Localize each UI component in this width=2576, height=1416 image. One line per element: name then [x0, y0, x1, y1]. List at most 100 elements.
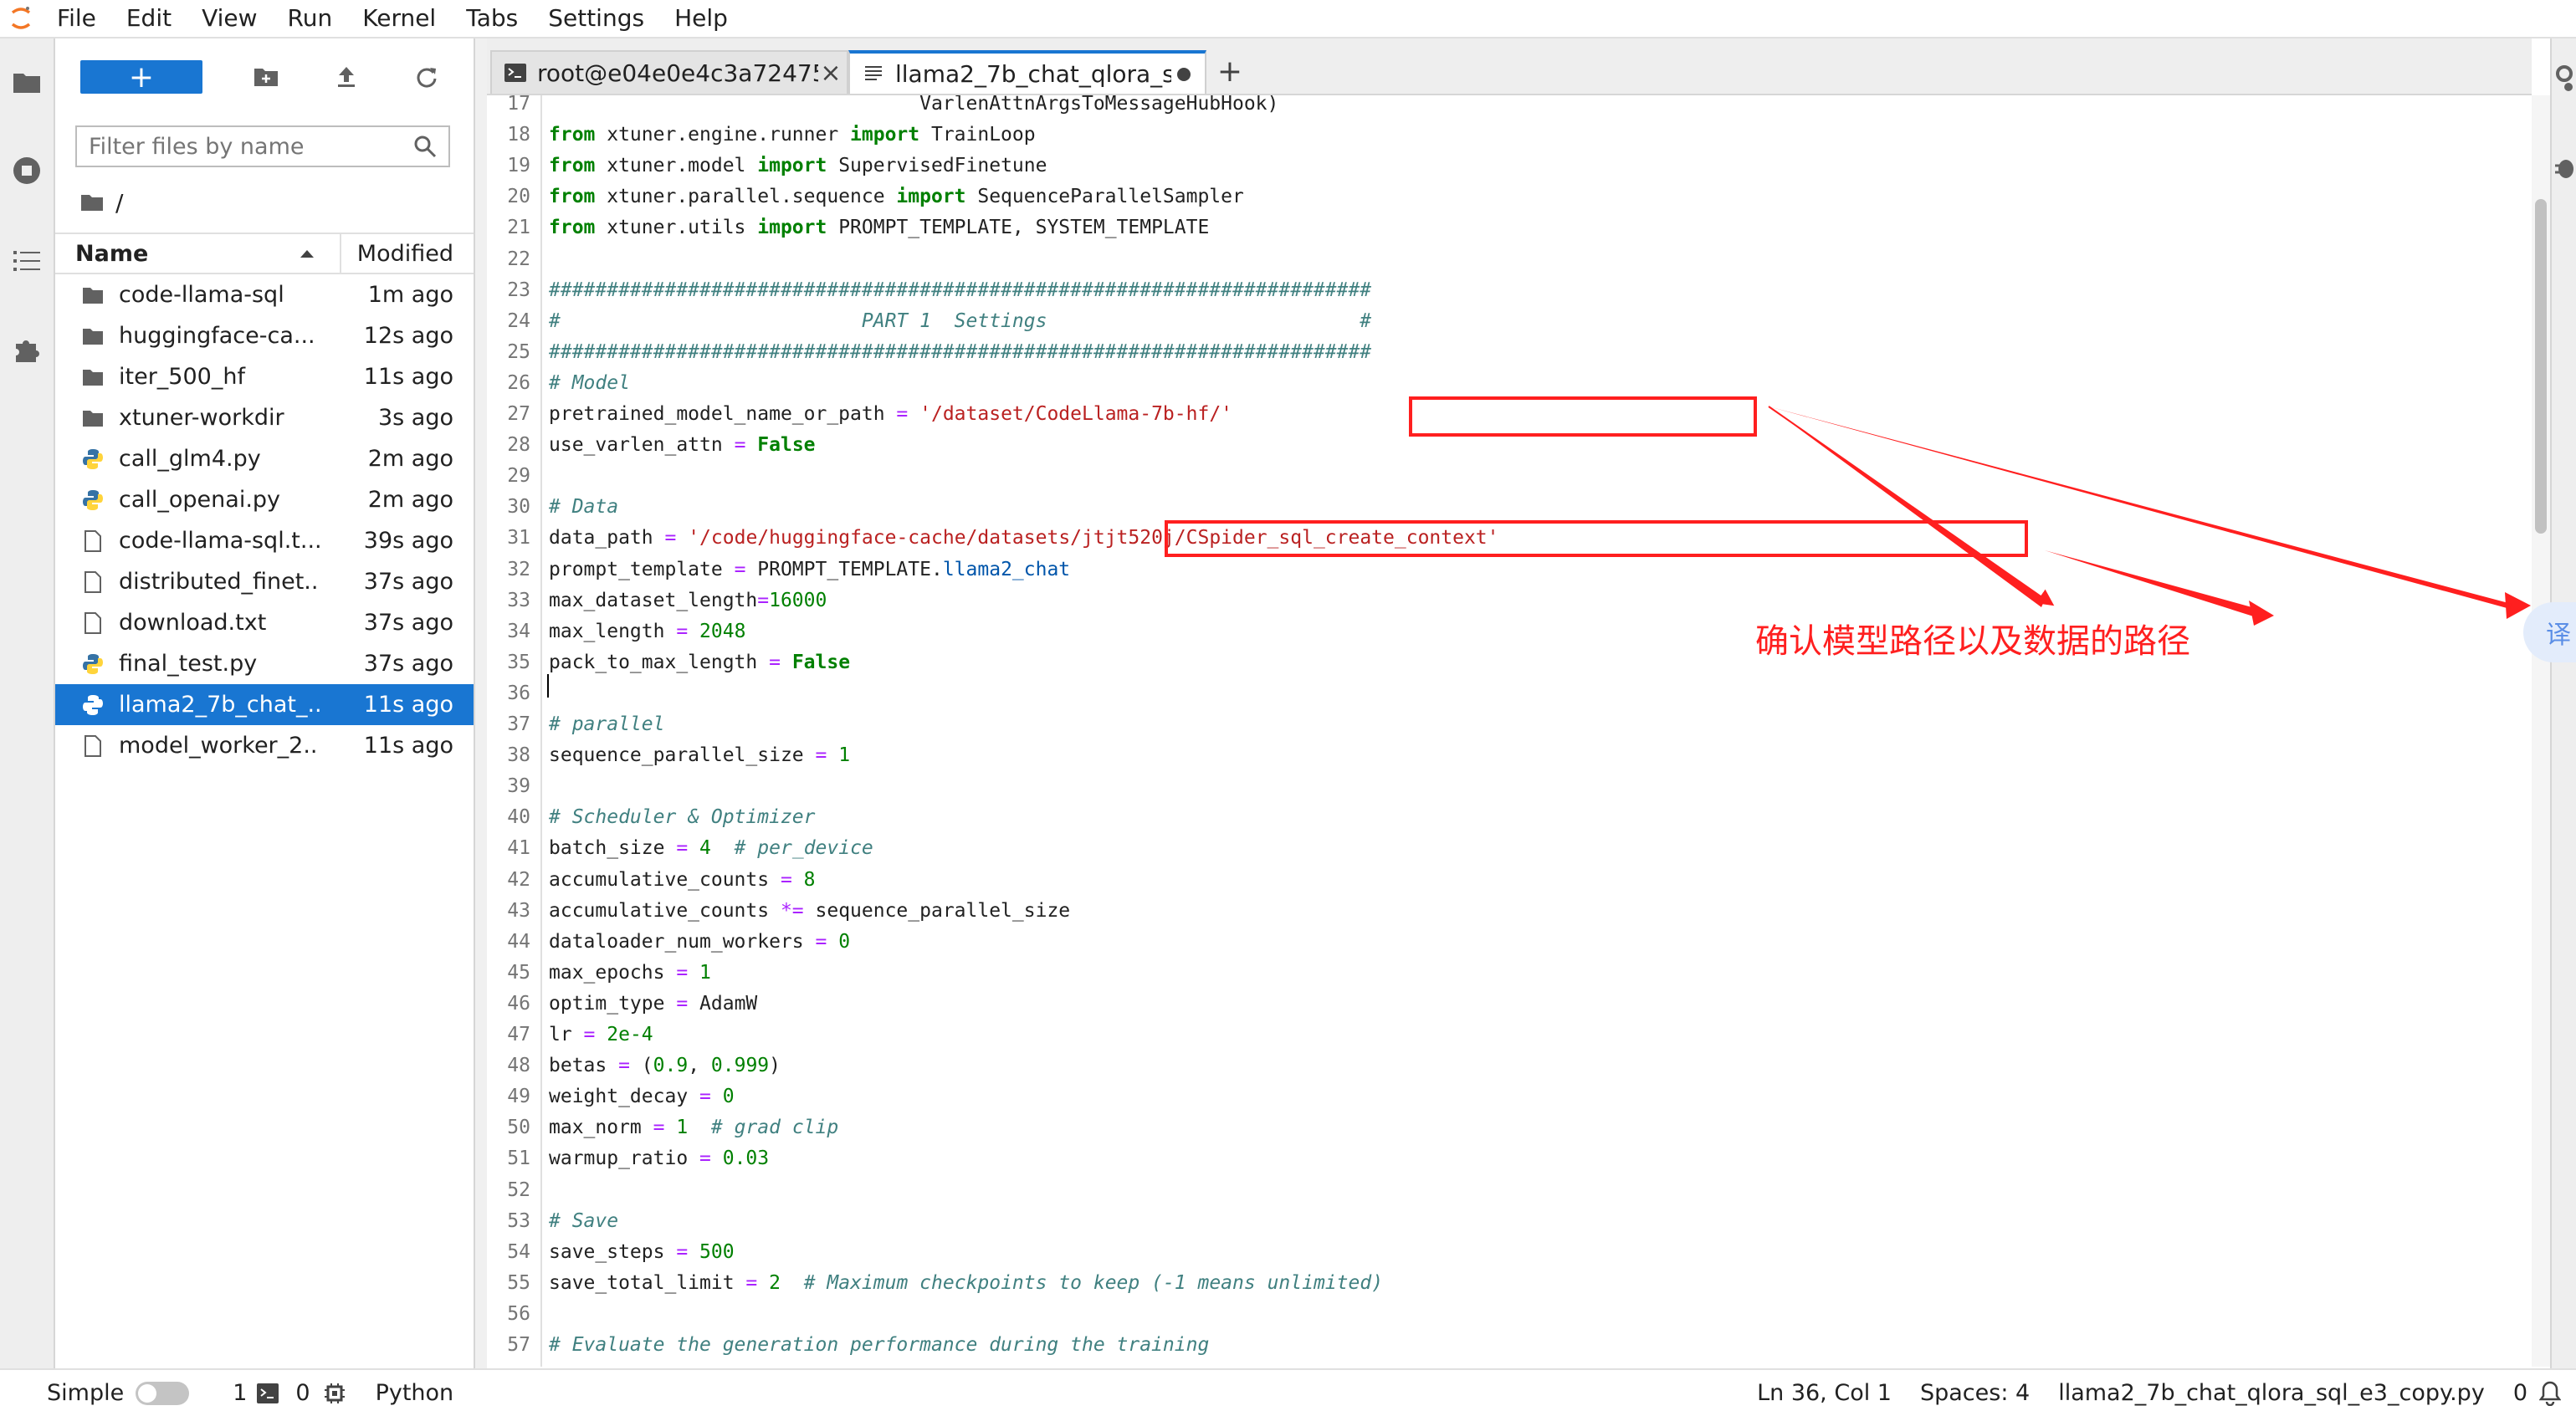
- kernel-status-icon: [324, 1383, 346, 1404]
- terminal-count[interactable]: 1: [233, 1380, 279, 1406]
- debugger-bug-icon[interactable]: [2553, 156, 2575, 184]
- file-row[interactable]: huggingface-ca... 12s ago: [55, 315, 474, 356]
- file-row[interactable]: llama2_7b_chat_... 11s ago: [55, 684, 474, 725]
- editor-vertical-scrollbar[interactable]: [2532, 95, 2550, 1367]
- file-row[interactable]: code-llama-sql.t... 39s ago: [55, 520, 474, 561]
- file-row[interactable]: code-llama-sql 1m ago: [55, 274, 474, 315]
- file-modified: 11s ago: [363, 364, 453, 390]
- python-file-icon: [80, 447, 105, 472]
- menu-edit[interactable]: Edit: [111, 0, 187, 37]
- file-name: code-llama-sql: [119, 282, 284, 308]
- file-icon: [80, 734, 105, 759]
- folder-icon[interactable]: [8, 64, 45, 100]
- kernel-name[interactable]: Python: [376, 1380, 454, 1406]
- unsaved-dot-icon[interactable]: [1171, 59, 1196, 89]
- file-row[interactable]: xtuner-workdir 3s ago: [55, 397, 474, 438]
- file-icon: [80, 529, 105, 554]
- file-list: code-llama-sql 1m ago huggingface-ca... 12s…: [55, 274, 474, 766]
- file-name: huggingface-ca...: [119, 323, 315, 349]
- file-name: call_glm4.py: [119, 446, 261, 472]
- text-file-icon: [862, 62, 885, 85]
- file-name: xtuner-workdir: [119, 405, 284, 431]
- file-name: download.txt: [119, 610, 267, 636]
- close-icon[interactable]: ×: [818, 59, 843, 88]
- indent-spaces[interactable]: Spaces: 4: [1920, 1380, 2030, 1406]
- file-name: code-llama-sql.t...: [119, 528, 320, 554]
- new-launcher-button[interactable]: +: [80, 60, 202, 95]
- add-tab-button[interactable]: +: [1208, 50, 1252, 92]
- file-row[interactable]: download.txt 37s ago: [55, 602, 474, 643]
- file-row[interactable]: model_worker_2... 11s ago: [55, 725, 474, 766]
- cursor-position[interactable]: Ln 36, Col 1: [1757, 1380, 1892, 1406]
- right-sidebar: [2550, 38, 2576, 1368]
- menu-run[interactable]: Run: [273, 0, 348, 37]
- file-modified: 11s ago: [363, 733, 453, 759]
- scrollbar-thumb[interactable]: [2535, 199, 2547, 534]
- folder-icon: [80, 406, 105, 431]
- menu-help[interactable]: Help: [659, 0, 743, 37]
- jupyter-logo-icon: [0, 0, 42, 37]
- file-row[interactable]: call_openai.py 2m ago: [55, 479, 474, 520]
- file-row[interactable]: iter_500_hf 11s ago: [55, 356, 474, 397]
- file-modified: 2m ago: [367, 446, 453, 472]
- kernel-count-value: 0: [295, 1380, 310, 1406]
- python-file-icon: [80, 693, 105, 718]
- column-name-label: Name: [75, 240, 149, 267]
- menu-file[interactable]: File: [42, 0, 111, 37]
- extension-icon[interactable]: [8, 331, 45, 368]
- status-bar: Simple 1 0 Python Ln 36, Col 1 Spaces: 4…: [0, 1368, 2576, 1416]
- file-name: iter_500_hf: [119, 364, 245, 390]
- file-row[interactable]: call_glm4.py 2m ago: [55, 438, 474, 479]
- file-list-header: Name Modified: [55, 233, 474, 274]
- file-modified: 12s ago: [363, 323, 453, 349]
- new-folder-icon[interactable]: [249, 60, 283, 94]
- file-modified: 37s ago: [363, 569, 453, 595]
- menu-bar: File Edit View Run Kernel Tabs Settings Help: [0, 0, 2576, 38]
- file-modified: 39s ago: [363, 528, 453, 554]
- simple-mode-toggle[interactable]: [136, 1381, 190, 1405]
- file-name: llama2_7b_chat_...: [119, 692, 320, 718]
- python-file-icon: [80, 652, 105, 677]
- tab-terminal[interactable]: root@e04e0e4c3a724758€ ×: [490, 50, 848, 94]
- tab-editor-file[interactable]: llama2_7b_chat_qlora_sql_e: [848, 50, 1206, 94]
- running-icon[interactable]: [8, 152, 45, 189]
- annotation-arrows: [1768, 406, 2531, 626]
- toc-icon[interactable]: [8, 243, 45, 279]
- breadcrumb: /: [80, 186, 123, 219]
- column-modified-header[interactable]: Modified: [341, 241, 474, 267]
- upload-icon[interactable]: [330, 60, 363, 94]
- refresh-icon[interactable]: [410, 60, 443, 94]
- bell-icon[interactable]: [2539, 1381, 2561, 1406]
- breadcrumb-folder-icon[interactable]: [80, 192, 104, 212]
- arrow-model-path: [1768, 406, 2055, 606]
- file-modified: 37s ago: [363, 610, 453, 636]
- translate-button[interactable]: 译: [2523, 602, 2576, 662]
- file-row[interactable]: distributed_finet... 37s ago: [55, 561, 474, 602]
- python-file-icon: [80, 488, 105, 513]
- file-row[interactable]: final_test.py 37s ago: [55, 643, 474, 684]
- menu-kernel[interactable]: Kernel: [347, 0, 451, 37]
- kernel-count[interactable]: 0: [295, 1380, 345, 1406]
- menu-tabs[interactable]: Tabs: [451, 0, 533, 37]
- notification-count: 0: [2512, 1380, 2527, 1406]
- arrow-data-path-head: [2249, 601, 2274, 626]
- tab-terminal-label: root@e04e0e4c3a724758€: [537, 59, 818, 87]
- tab-bar: root@e04e0e4c3a724758€ × llama2_7b_chat_…: [487, 38, 2532, 95]
- translate-label: 译: [2546, 621, 2571, 650]
- breadcrumb-root[interactable]: /: [115, 189, 123, 217]
- panel-splitter[interactable]: [475, 38, 487, 1368]
- property-inspector-gear-icon[interactable]: [2553, 64, 2575, 97]
- file-modified: 11s ago: [363, 692, 453, 718]
- code-editor[interactable]: 17 VarlenAttnArgsToMessageHubHook) 18 from…: [487, 95, 2532, 1367]
- terminal-icon: [504, 61, 527, 84]
- column-name-header[interactable]: Name: [55, 233, 341, 273]
- annotation-text: 确认模型路径以及数据的路径: [1755, 622, 2190, 661]
- menu-settings[interactable]: Settings: [533, 0, 659, 37]
- left-activity-bar: [0, 38, 55, 1368]
- filter-files-input[interactable]: [77, 132, 408, 161]
- menu-view[interactable]: View: [187, 0, 272, 37]
- file-name: final_test.py: [119, 651, 258, 677]
- file-modified: 2m ago: [367, 487, 453, 513]
- file-browser: + / Name Modified code-llama-sql1m agohu: [55, 38, 475, 1368]
- file-name: model_worker_2...: [119, 733, 320, 759]
